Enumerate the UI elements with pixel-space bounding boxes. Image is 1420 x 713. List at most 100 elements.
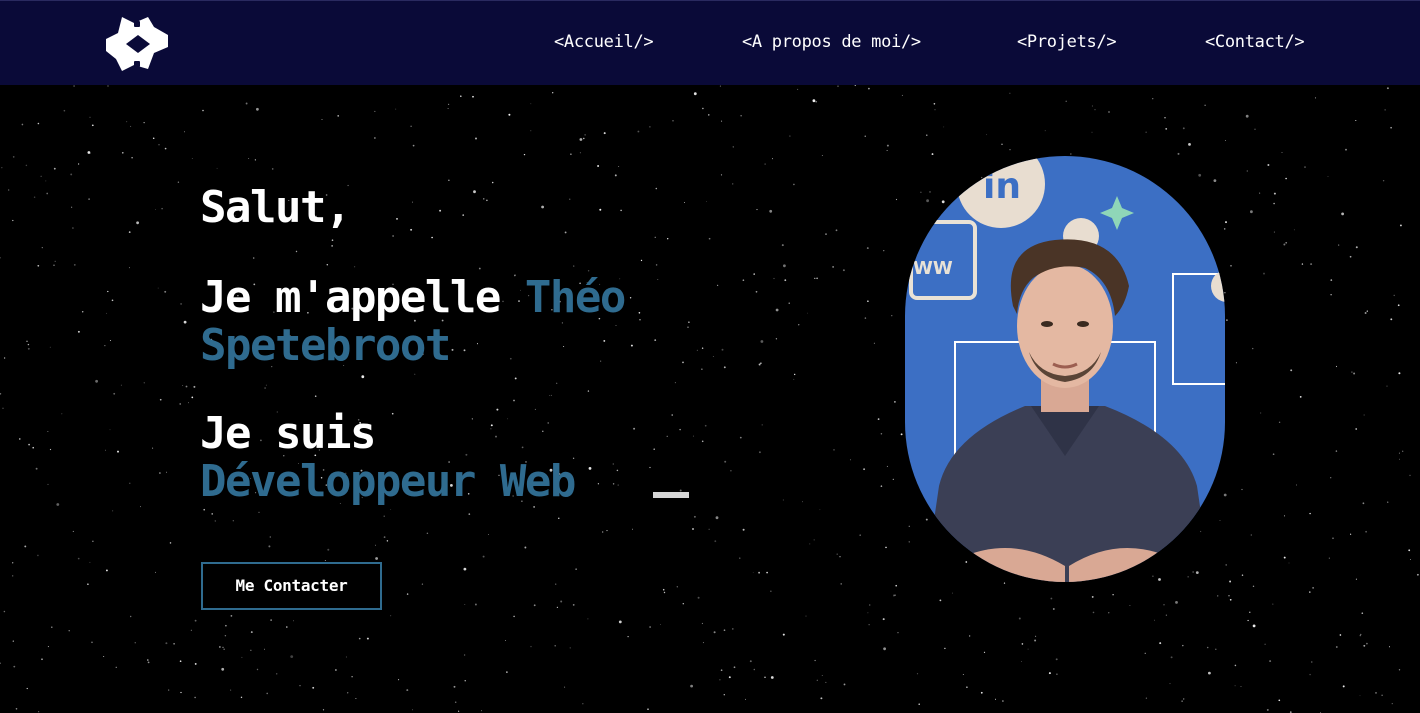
star	[391, 412, 394, 415]
star	[462, 214, 465, 216]
star	[374, 110, 376, 112]
star	[468, 513, 471, 515]
star	[256, 107, 259, 111]
star	[980, 691, 983, 694]
star	[1330, 477, 1332, 479]
star	[386, 540, 389, 542]
star	[33, 196, 36, 199]
star	[1241, 488, 1243, 491]
star	[863, 468, 866, 471]
star	[447, 107, 449, 110]
star	[1240, 686, 1242, 687]
star	[147, 661, 150, 664]
star	[1398, 669, 1401, 671]
star	[180, 691, 182, 694]
star	[1309, 591, 1311, 593]
star	[926, 199, 929, 203]
star	[816, 277, 818, 280]
star	[91, 124, 94, 127]
star	[47, 646, 49, 648]
star	[929, 191, 931, 193]
star	[926, 134, 928, 136]
star	[908, 525, 910, 527]
star	[1223, 493, 1227, 497]
star	[682, 602, 685, 605]
star	[161, 207, 163, 210]
star	[934, 109, 936, 111]
star	[3, 610, 6, 613]
star	[72, 530, 74, 532]
nav-link-a-propos[interactable]: <A propos de moi/>	[742, 32, 921, 52]
star	[1375, 692, 1377, 694]
star	[1355, 246, 1358, 249]
star	[1175, 601, 1178, 604]
star	[106, 312, 108, 314]
star	[0, 392, 2, 395]
star	[1091, 131, 1093, 133]
star	[109, 340, 111, 341]
star	[1044, 130, 1046, 132]
star	[570, 153, 572, 156]
star	[840, 583, 842, 585]
star	[640, 259, 643, 262]
star	[1301, 263, 1304, 265]
star	[159, 398, 162, 401]
star	[0, 662, 1, 664]
star	[962, 673, 964, 675]
star	[1229, 598, 1232, 601]
star	[314, 395, 317, 397]
star	[1152, 575, 1154, 577]
star	[1177, 152, 1180, 155]
star	[573, 265, 575, 267]
star	[701, 440, 704, 443]
star	[1416, 573, 1419, 576]
star	[1345, 148, 1347, 151]
star	[1230, 265, 1232, 267]
star	[524, 546, 527, 549]
star	[194, 662, 197, 665]
star	[337, 115, 340, 117]
star	[1, 167, 3, 169]
star	[8, 189, 10, 191]
star	[772, 158, 774, 160]
star	[801, 501, 803, 503]
star	[687, 326, 689, 329]
contact-me-button[interactable]: Me Contacter	[201, 562, 382, 610]
star	[1250, 210, 1253, 214]
star	[1018, 617, 1021, 620]
star	[1154, 619, 1155, 621]
star	[784, 279, 787, 282]
star	[1145, 131, 1147, 133]
star	[1204, 104, 1206, 106]
nav-link-projets[interactable]: <Projets/>	[1017, 32, 1117, 52]
star	[193, 385, 196, 388]
star	[671, 414, 673, 416]
star	[1398, 452, 1400, 454]
star	[412, 709, 414, 711]
star	[880, 432, 883, 435]
star	[91, 641, 93, 644]
nav-link-accueil[interactable]: <Accueil/>	[554, 32, 654, 52]
star	[12, 219, 14, 222]
star	[1342, 685, 1345, 688]
star	[40, 175, 42, 177]
star	[1409, 474, 1411, 477]
star	[1263, 272, 1265, 275]
star	[1225, 221, 1227, 224]
star	[1273, 192, 1276, 195]
star	[406, 593, 409, 595]
star	[523, 153, 526, 156]
star	[1259, 192, 1261, 194]
star	[1349, 255, 1352, 258]
star	[815, 100, 818, 103]
star	[1402, 450, 1404, 452]
star	[814, 277, 816, 280]
code-brackets-logo-icon[interactable]	[104, 13, 172, 75]
nav-link-contact[interactable]: <Contact/>	[1205, 32, 1305, 52]
star	[392, 235, 394, 237]
star	[1361, 612, 1364, 615]
hero-last-name: Spetebroot	[200, 320, 451, 371]
star	[880, 485, 883, 487]
star	[886, 149, 888, 152]
star	[775, 338, 778, 340]
